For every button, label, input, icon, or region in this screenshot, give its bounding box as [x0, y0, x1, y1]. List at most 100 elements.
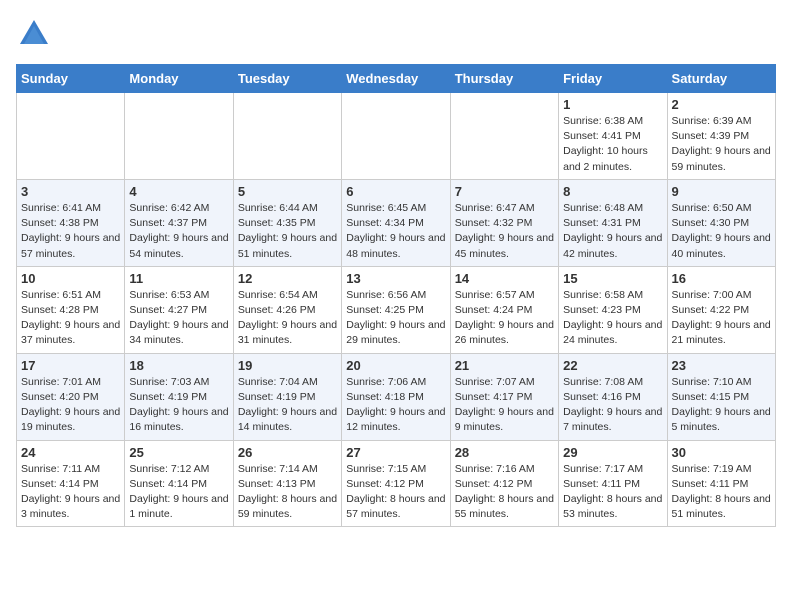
day-number: 16	[672, 271, 771, 286]
calendar-cell: 10 Sunrise: 6:51 AM Sunset: 4:28 PM Dayli…	[17, 266, 125, 353]
calendar-cell	[342, 93, 450, 180]
day-number: 14	[455, 271, 554, 286]
day-number: 23	[672, 358, 771, 373]
day-number: 22	[563, 358, 662, 373]
day-number: 21	[455, 358, 554, 373]
day-number: 2	[672, 97, 771, 112]
day-info: Sunrise: 7:19 AM Sunset: 4:11 PM Dayligh…	[672, 462, 771, 523]
calendar-cell: 23 Sunrise: 7:10 AM Sunset: 4:15 PM Dayli…	[667, 353, 775, 440]
calendar-cell: 27 Sunrise: 7:15 AM Sunset: 4:12 PM Dayli…	[342, 440, 450, 527]
header	[16, 16, 776, 52]
calendar-cell: 2 Sunrise: 6:39 AM Sunset: 4:39 PM Daylig…	[667, 93, 775, 180]
day-info: Sunrise: 6:48 AM Sunset: 4:31 PM Dayligh…	[563, 201, 662, 262]
calendar-cell: 29 Sunrise: 7:17 AM Sunset: 4:11 PM Dayli…	[559, 440, 667, 527]
calendar-week-5: 24Sunrise: 7:11 AM Sunset: 4:14 PM Dayli…	[17, 440, 776, 527]
day-number: 18	[129, 358, 228, 373]
logo	[16, 16, 56, 52]
day-number: 5	[238, 184, 337, 199]
day-info: Sunrise: 6:58 AM Sunset: 4:23 PM Dayligh…	[563, 288, 662, 349]
weekday-header-saturday: Saturday	[667, 65, 775, 93]
day-number: 8	[563, 184, 662, 199]
calendar-cell: 26 Sunrise: 7:14 AM Sunset: 4:13 PM Dayli…	[233, 440, 341, 527]
day-number: 12	[238, 271, 337, 286]
day-number: 13	[346, 271, 445, 286]
calendar-cell	[125, 93, 233, 180]
day-number: 26	[238, 445, 337, 460]
calendar-cell: 14 Sunrise: 6:57 AM Sunset: 4:24 PM Dayli…	[450, 266, 558, 353]
day-number: 28	[455, 445, 554, 460]
day-info: Sunrise: 6:50 AM Sunset: 4:30 PM Dayligh…	[672, 201, 771, 262]
weekday-header-wednesday: Wednesday	[342, 65, 450, 93]
calendar-cell: 21 Sunrise: 7:07 AM Sunset: 4:17 PM Dayli…	[450, 353, 558, 440]
day-number: 17	[21, 358, 120, 373]
day-info: Sunrise: 7:11 AM Sunset: 4:14 PM Dayligh…	[21, 462, 120, 523]
calendar-cell: 9 Sunrise: 6:50 AM Sunset: 4:30 PM Daylig…	[667, 179, 775, 266]
calendar-cell: 5 Sunrise: 6:44 AM Sunset: 4:35 PM Daylig…	[233, 179, 341, 266]
calendar-cell: 6Sunrise: 6:45 AM Sunset: 4:34 PM Daylig…	[342, 179, 450, 266]
day-info: Sunrise: 7:01 AM Sunset: 4:20 PM Dayligh…	[21, 375, 120, 436]
calendar-week-1: 1 Sunrise: 6:38 AM Sunset: 4:41 PM Daylig…	[17, 93, 776, 180]
calendar-cell	[233, 93, 341, 180]
calendar-week-2: 3 Sunrise: 6:41 AM Sunset: 4:38 PM Daylig…	[17, 179, 776, 266]
day-info: Sunrise: 6:44 AM Sunset: 4:35 PM Dayligh…	[238, 201, 337, 262]
calendar-cell: 25Sunrise: 7:12 AM Sunset: 4:14 PM Dayli…	[125, 440, 233, 527]
calendar-cell: 20 Sunrise: 7:06 AM Sunset: 4:18 PM Dayli…	[342, 353, 450, 440]
day-number: 11	[129, 271, 228, 286]
calendar-cell: 1 Sunrise: 6:38 AM Sunset: 4:41 PM Daylig…	[559, 93, 667, 180]
day-info: Sunrise: 6:47 AM Sunset: 4:32 PM Dayligh…	[455, 201, 554, 262]
day-info: Sunrise: 7:14 AM Sunset: 4:13 PM Dayligh…	[238, 462, 337, 523]
calendar-cell: 24Sunrise: 7:11 AM Sunset: 4:14 PM Dayli…	[17, 440, 125, 527]
day-info: Sunrise: 6:39 AM Sunset: 4:39 PM Dayligh…	[672, 114, 771, 175]
calendar-cell: 13 Sunrise: 6:56 AM Sunset: 4:25 PM Dayli…	[342, 266, 450, 353]
day-info: Sunrise: 7:00 AM Sunset: 4:22 PM Dayligh…	[672, 288, 771, 349]
calendar-week-3: 10 Sunrise: 6:51 AM Sunset: 4:28 PM Dayli…	[17, 266, 776, 353]
day-info: Sunrise: 6:57 AM Sunset: 4:24 PM Dayligh…	[455, 288, 554, 349]
day-number: 10	[21, 271, 120, 286]
calendar-cell: 8 Sunrise: 6:48 AM Sunset: 4:31 PM Daylig…	[559, 179, 667, 266]
day-number: 19	[238, 358, 337, 373]
day-info: Sunrise: 6:42 AM Sunset: 4:37 PM Dayligh…	[129, 201, 228, 262]
calendar-cell: 17 Sunrise: 7:01 AM Sunset: 4:20 PM Dayli…	[17, 353, 125, 440]
day-info: Sunrise: 6:51 AM Sunset: 4:28 PM Dayligh…	[21, 288, 120, 349]
calendar-cell: 7 Sunrise: 6:47 AM Sunset: 4:32 PM Daylig…	[450, 179, 558, 266]
day-number: 20	[346, 358, 445, 373]
calendar: SundayMondayTuesdayWednesdayThursdayFrid…	[16, 64, 776, 527]
day-info: Sunrise: 6:54 AM Sunset: 4:26 PM Dayligh…	[238, 288, 337, 349]
day-number: 27	[346, 445, 445, 460]
day-number: 29	[563, 445, 662, 460]
day-number: 9	[672, 184, 771, 199]
day-info: Sunrise: 7:10 AM Sunset: 4:15 PM Dayligh…	[672, 375, 771, 436]
calendar-cell: 12 Sunrise: 6:54 AM Sunset: 4:26 PM Dayli…	[233, 266, 341, 353]
day-number: 4	[129, 184, 228, 199]
day-info: Sunrise: 7:06 AM Sunset: 4:18 PM Dayligh…	[346, 375, 445, 436]
day-info: Sunrise: 6:56 AM Sunset: 4:25 PM Dayligh…	[346, 288, 445, 349]
day-number: 6	[346, 184, 445, 199]
day-number: 15	[563, 271, 662, 286]
day-info: Sunrise: 6:41 AM Sunset: 4:38 PM Dayligh…	[21, 201, 120, 262]
weekday-header-row: SundayMondayTuesdayWednesdayThursdayFrid…	[17, 65, 776, 93]
day-info: Sunrise: 6:38 AM Sunset: 4:41 PM Dayligh…	[563, 114, 662, 175]
day-number: 3	[21, 184, 120, 199]
calendar-cell: 15 Sunrise: 6:58 AM Sunset: 4:23 PM Dayli…	[559, 266, 667, 353]
calendar-cell: 22Sunrise: 7:08 AM Sunset: 4:16 PM Dayli…	[559, 353, 667, 440]
day-info: Sunrise: 7:03 AM Sunset: 4:19 PM Dayligh…	[129, 375, 228, 436]
day-number: 1	[563, 97, 662, 112]
day-info: Sunrise: 7:04 AM Sunset: 4:19 PM Dayligh…	[238, 375, 337, 436]
calendar-cell: 4 Sunrise: 6:42 AM Sunset: 4:37 PM Daylig…	[125, 179, 233, 266]
logo-icon	[16, 16, 52, 52]
calendar-cell: 28 Sunrise: 7:16 AM Sunset: 4:12 PM Dayli…	[450, 440, 558, 527]
day-number: 7	[455, 184, 554, 199]
day-info: Sunrise: 7:12 AM Sunset: 4:14 PM Dayligh…	[129, 462, 228, 523]
calendar-cell: 18 Sunrise: 7:03 AM Sunset: 4:19 PM Dayli…	[125, 353, 233, 440]
weekday-header-friday: Friday	[559, 65, 667, 93]
day-info: Sunrise: 7:16 AM Sunset: 4:12 PM Dayligh…	[455, 462, 554, 523]
weekday-header-thursday: Thursday	[450, 65, 558, 93]
day-info: Sunrise: 7:15 AM Sunset: 4:12 PM Dayligh…	[346, 462, 445, 523]
weekday-header-sunday: Sunday	[17, 65, 125, 93]
day-info: Sunrise: 7:17 AM Sunset: 4:11 PM Dayligh…	[563, 462, 662, 523]
calendar-cell: 30Sunrise: 7:19 AM Sunset: 4:11 PM Dayli…	[667, 440, 775, 527]
day-info: Sunrise: 7:07 AM Sunset: 4:17 PM Dayligh…	[455, 375, 554, 436]
calendar-cell: 19 Sunrise: 7:04 AM Sunset: 4:19 PM Dayli…	[233, 353, 341, 440]
calendar-cell	[17, 93, 125, 180]
calendar-cell: 11Sunrise: 6:53 AM Sunset: 4:27 PM Dayli…	[125, 266, 233, 353]
